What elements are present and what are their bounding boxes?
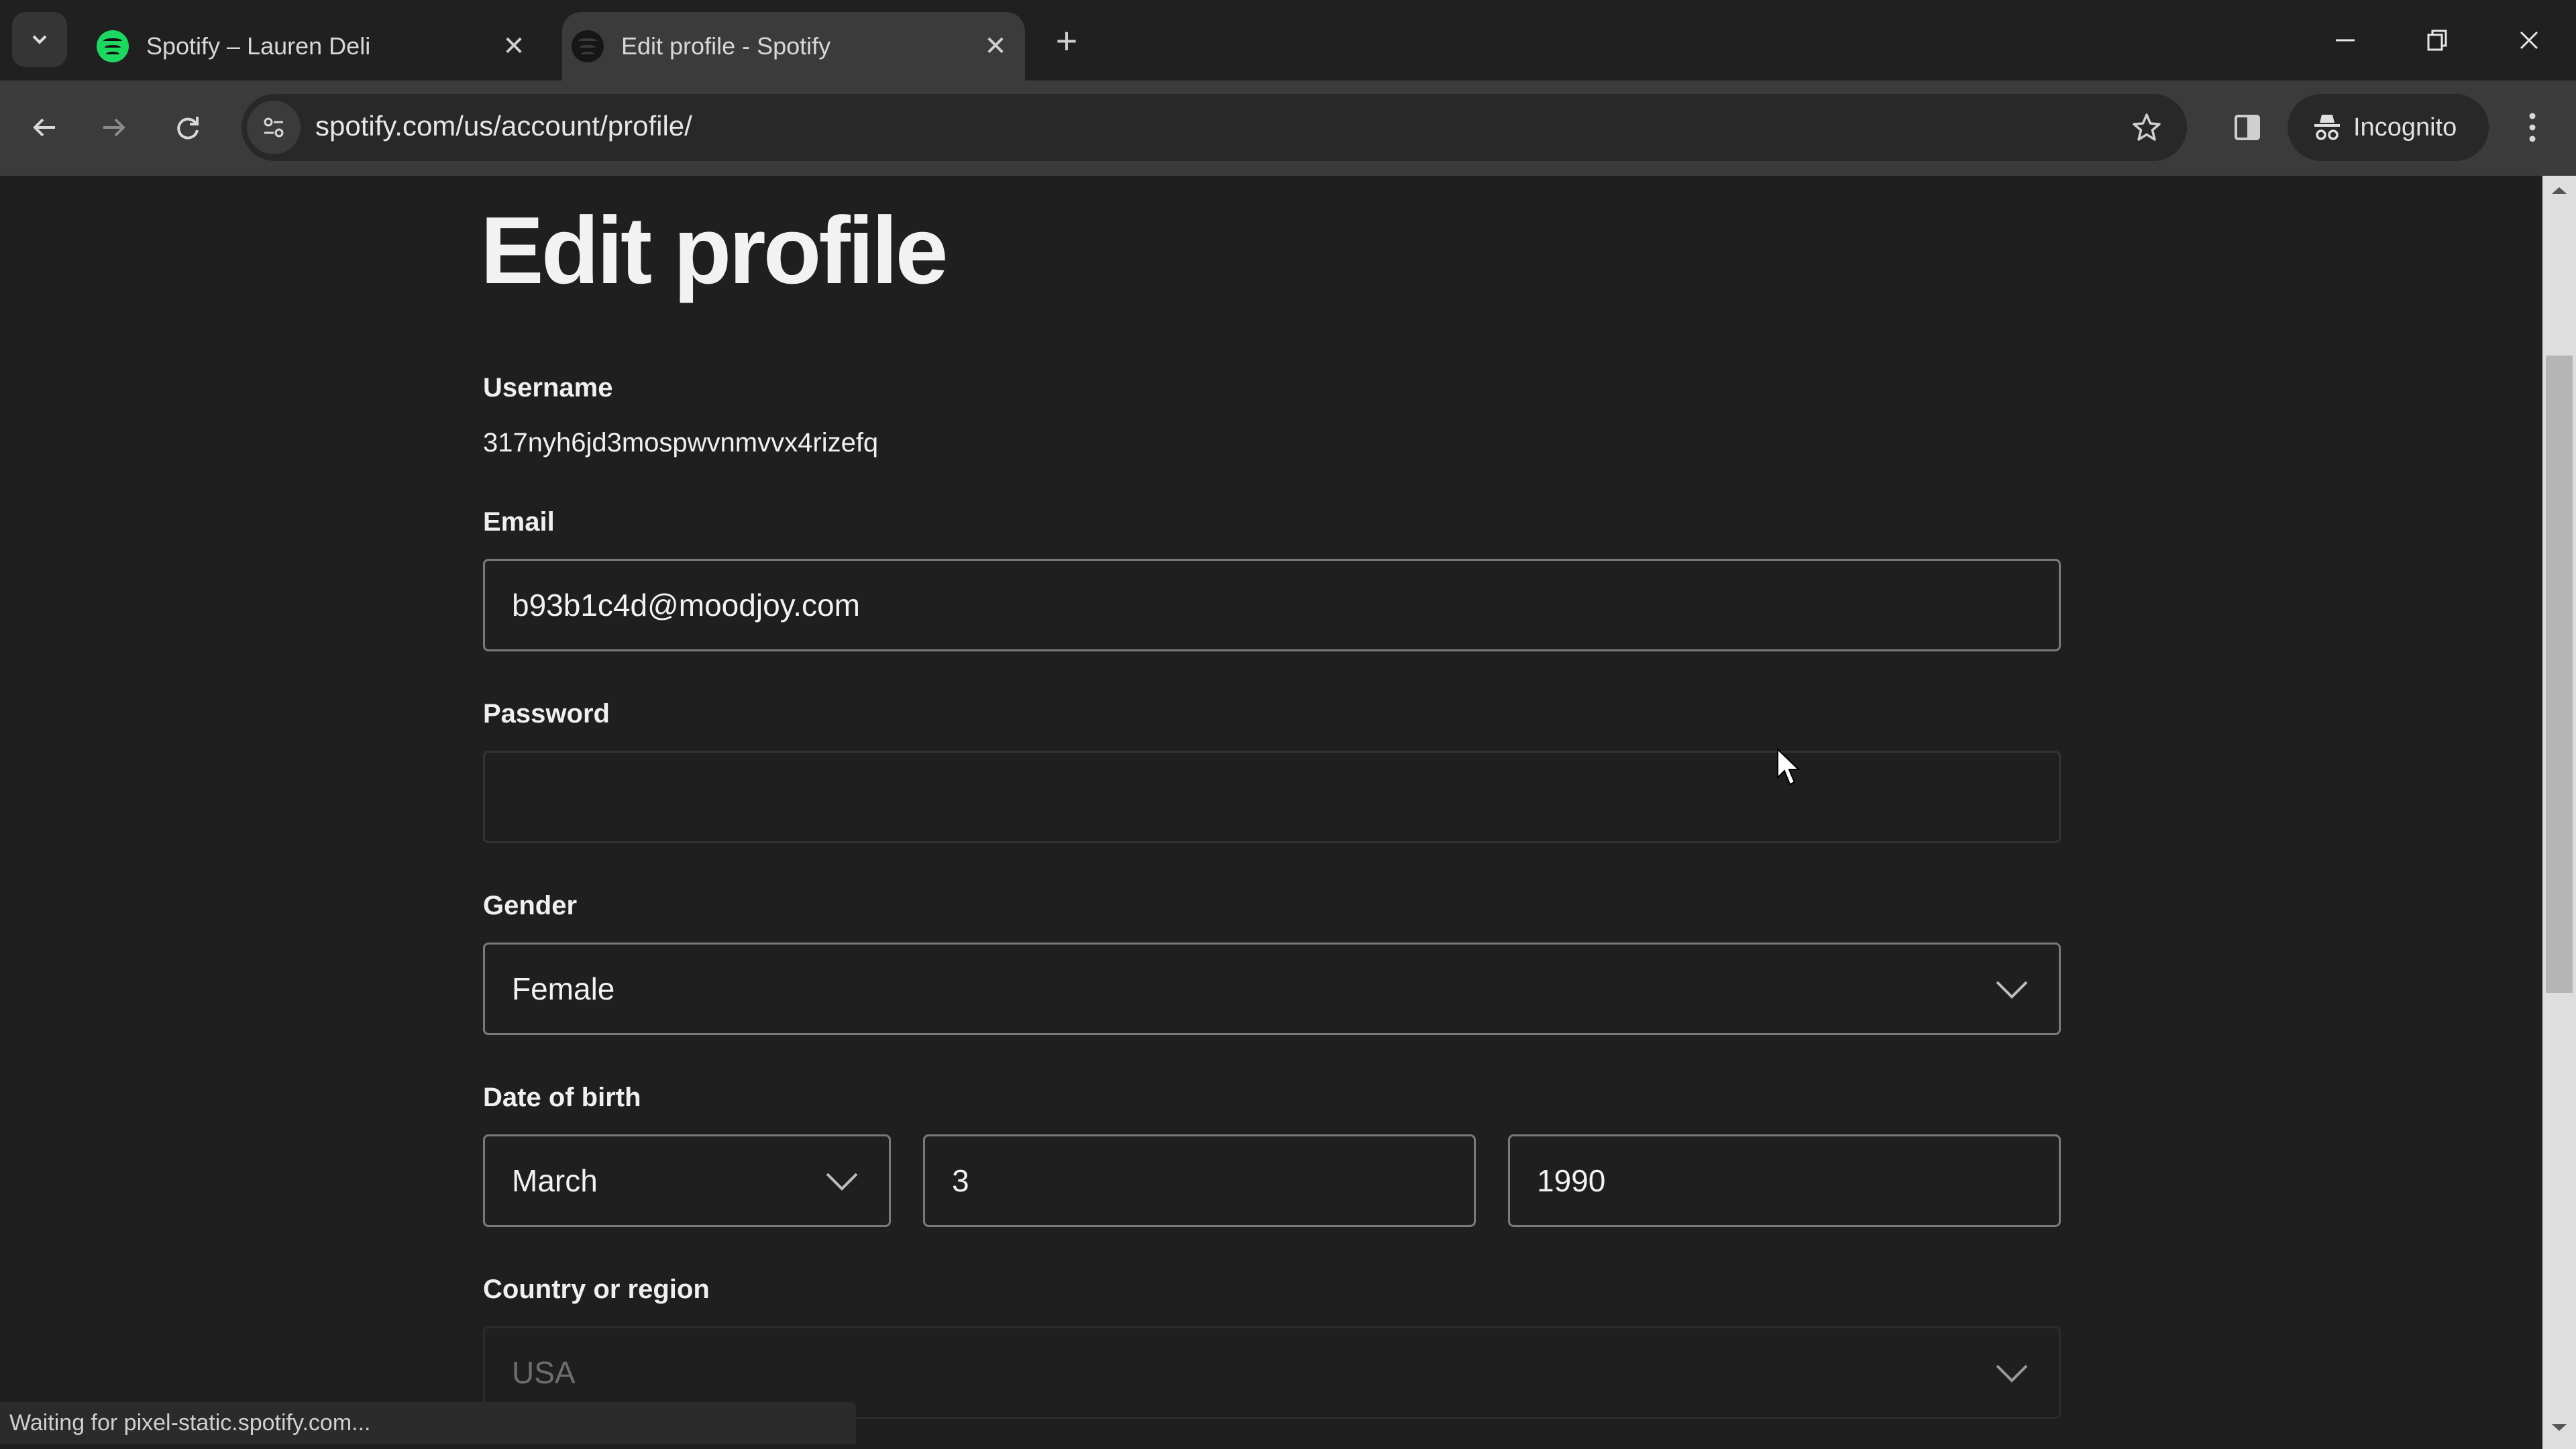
date-of-birth-label: Date of birth xyxy=(483,1083,641,1112)
scroll-down-button[interactable] xyxy=(2542,1413,2576,1442)
back-arrow-icon xyxy=(33,118,55,137)
chevron-down-icon xyxy=(826,1173,858,1191)
edit-profile-page: Edit profile Username 317nyh6jd3mospwvnm… xyxy=(0,176,2542,1449)
chevron-down-icon xyxy=(1996,981,2028,999)
spotify-logo-icon xyxy=(97,30,129,62)
close-icon xyxy=(2520,31,2538,50)
username-label: Username xyxy=(483,373,613,402)
chevron-down-icon xyxy=(32,35,47,44)
email-input[interactable]: b93b1c4d@moodjoy.com xyxy=(483,559,2061,651)
back-button[interactable] xyxy=(17,101,71,154)
browser-menu-button[interactable] xyxy=(2506,101,2559,154)
forward-button[interactable] xyxy=(87,101,141,154)
star-icon xyxy=(2133,113,2161,141)
password-input[interactable] xyxy=(483,751,2061,843)
spotify-logo-icon xyxy=(572,30,604,62)
gender-value: Female xyxy=(512,971,615,1006)
close-tab-icon[interactable]: ✕ xyxy=(979,30,1012,62)
tab-title: Edit profile - Spotify xyxy=(621,32,831,60)
tab-spotify-lauren-deli[interactable]: Spotify – Lauren Deli ✕ xyxy=(87,12,543,80)
email-label: Email xyxy=(483,507,555,537)
tab-title: Spotify – Lauren Deli xyxy=(146,32,371,60)
side-panel-icon xyxy=(2235,115,2260,140)
close-window-button[interactable] xyxy=(2489,13,2569,67)
more-vertical-icon xyxy=(2529,113,2536,142)
country-value: USA xyxy=(512,1355,576,1390)
scrollbar-thumb[interactable] xyxy=(2546,356,2573,993)
url-text[interactable]: spotify.com/us/account/profile/ xyxy=(315,110,692,142)
caret-up-icon xyxy=(2552,187,2567,194)
mouse-cursor-icon xyxy=(1777,748,1801,786)
tab-edit-profile[interactable]: Edit profile - Spotify ✕ xyxy=(562,12,1025,80)
incognito-icon xyxy=(2314,115,2340,140)
bookmark-button[interactable] xyxy=(2125,106,2168,149)
browser-toolbar: spotify.com/us/account/profile/ Incognit… xyxy=(0,80,2576,176)
gender-select[interactable]: Female xyxy=(483,943,2061,1035)
browser-tab-bar: Spotify – Lauren Deli ✕ Edit profile - S… xyxy=(0,0,2576,80)
page-title: Edit profile xyxy=(480,197,949,304)
restore-button[interactable] xyxy=(2398,13,2478,67)
status-bar: Waiting for pixel-static.spotify.com... xyxy=(0,1402,856,1444)
page-scrollbar[interactable] xyxy=(2542,176,2576,1449)
forward-arrow-icon xyxy=(103,118,125,137)
restore-icon xyxy=(2427,30,2447,51)
birth-year-input[interactable]: 1990 xyxy=(1508,1134,2061,1227)
scroll-up-button[interactable] xyxy=(2542,176,2576,205)
username-value: 317nyh6jd3mospwvnmvvx4rizefq xyxy=(483,428,879,458)
reload-button[interactable] xyxy=(161,101,215,154)
gender-label: Gender xyxy=(483,891,578,920)
birth-day-input[interactable]: 3 xyxy=(923,1134,1476,1227)
caret-down-icon xyxy=(2552,1424,2567,1431)
country-label: Country or region xyxy=(483,1275,710,1304)
address-bar[interactable]: spotify.com/us/account/profile/ xyxy=(241,94,2187,161)
birth-year-value: 1990 xyxy=(1537,1163,1606,1198)
password-label: Password xyxy=(483,699,610,729)
incognito-indicator[interactable]: Incognito xyxy=(2288,94,2489,161)
birth-month-value: March xyxy=(512,1163,598,1198)
close-tab-icon[interactable]: ✕ xyxy=(498,30,530,62)
minimize-button[interactable] xyxy=(2305,13,2385,67)
birth-month-select[interactable]: March xyxy=(483,1134,891,1227)
minimize-icon xyxy=(2336,39,2355,42)
new-tab-button[interactable]: + xyxy=(1046,19,1087,62)
tab-search-button[interactable] xyxy=(12,12,67,67)
reload-icon xyxy=(177,117,199,140)
site-info-button[interactable] xyxy=(247,101,301,154)
email-value: b93b1c4d@moodjoy.com xyxy=(512,588,860,623)
tune-icon xyxy=(264,117,284,138)
side-panel-button[interactable] xyxy=(2220,101,2274,154)
birth-day-value: 3 xyxy=(952,1163,969,1198)
chevron-down-icon xyxy=(1996,1364,2028,1383)
incognito-label: Incognito xyxy=(2353,113,2457,142)
